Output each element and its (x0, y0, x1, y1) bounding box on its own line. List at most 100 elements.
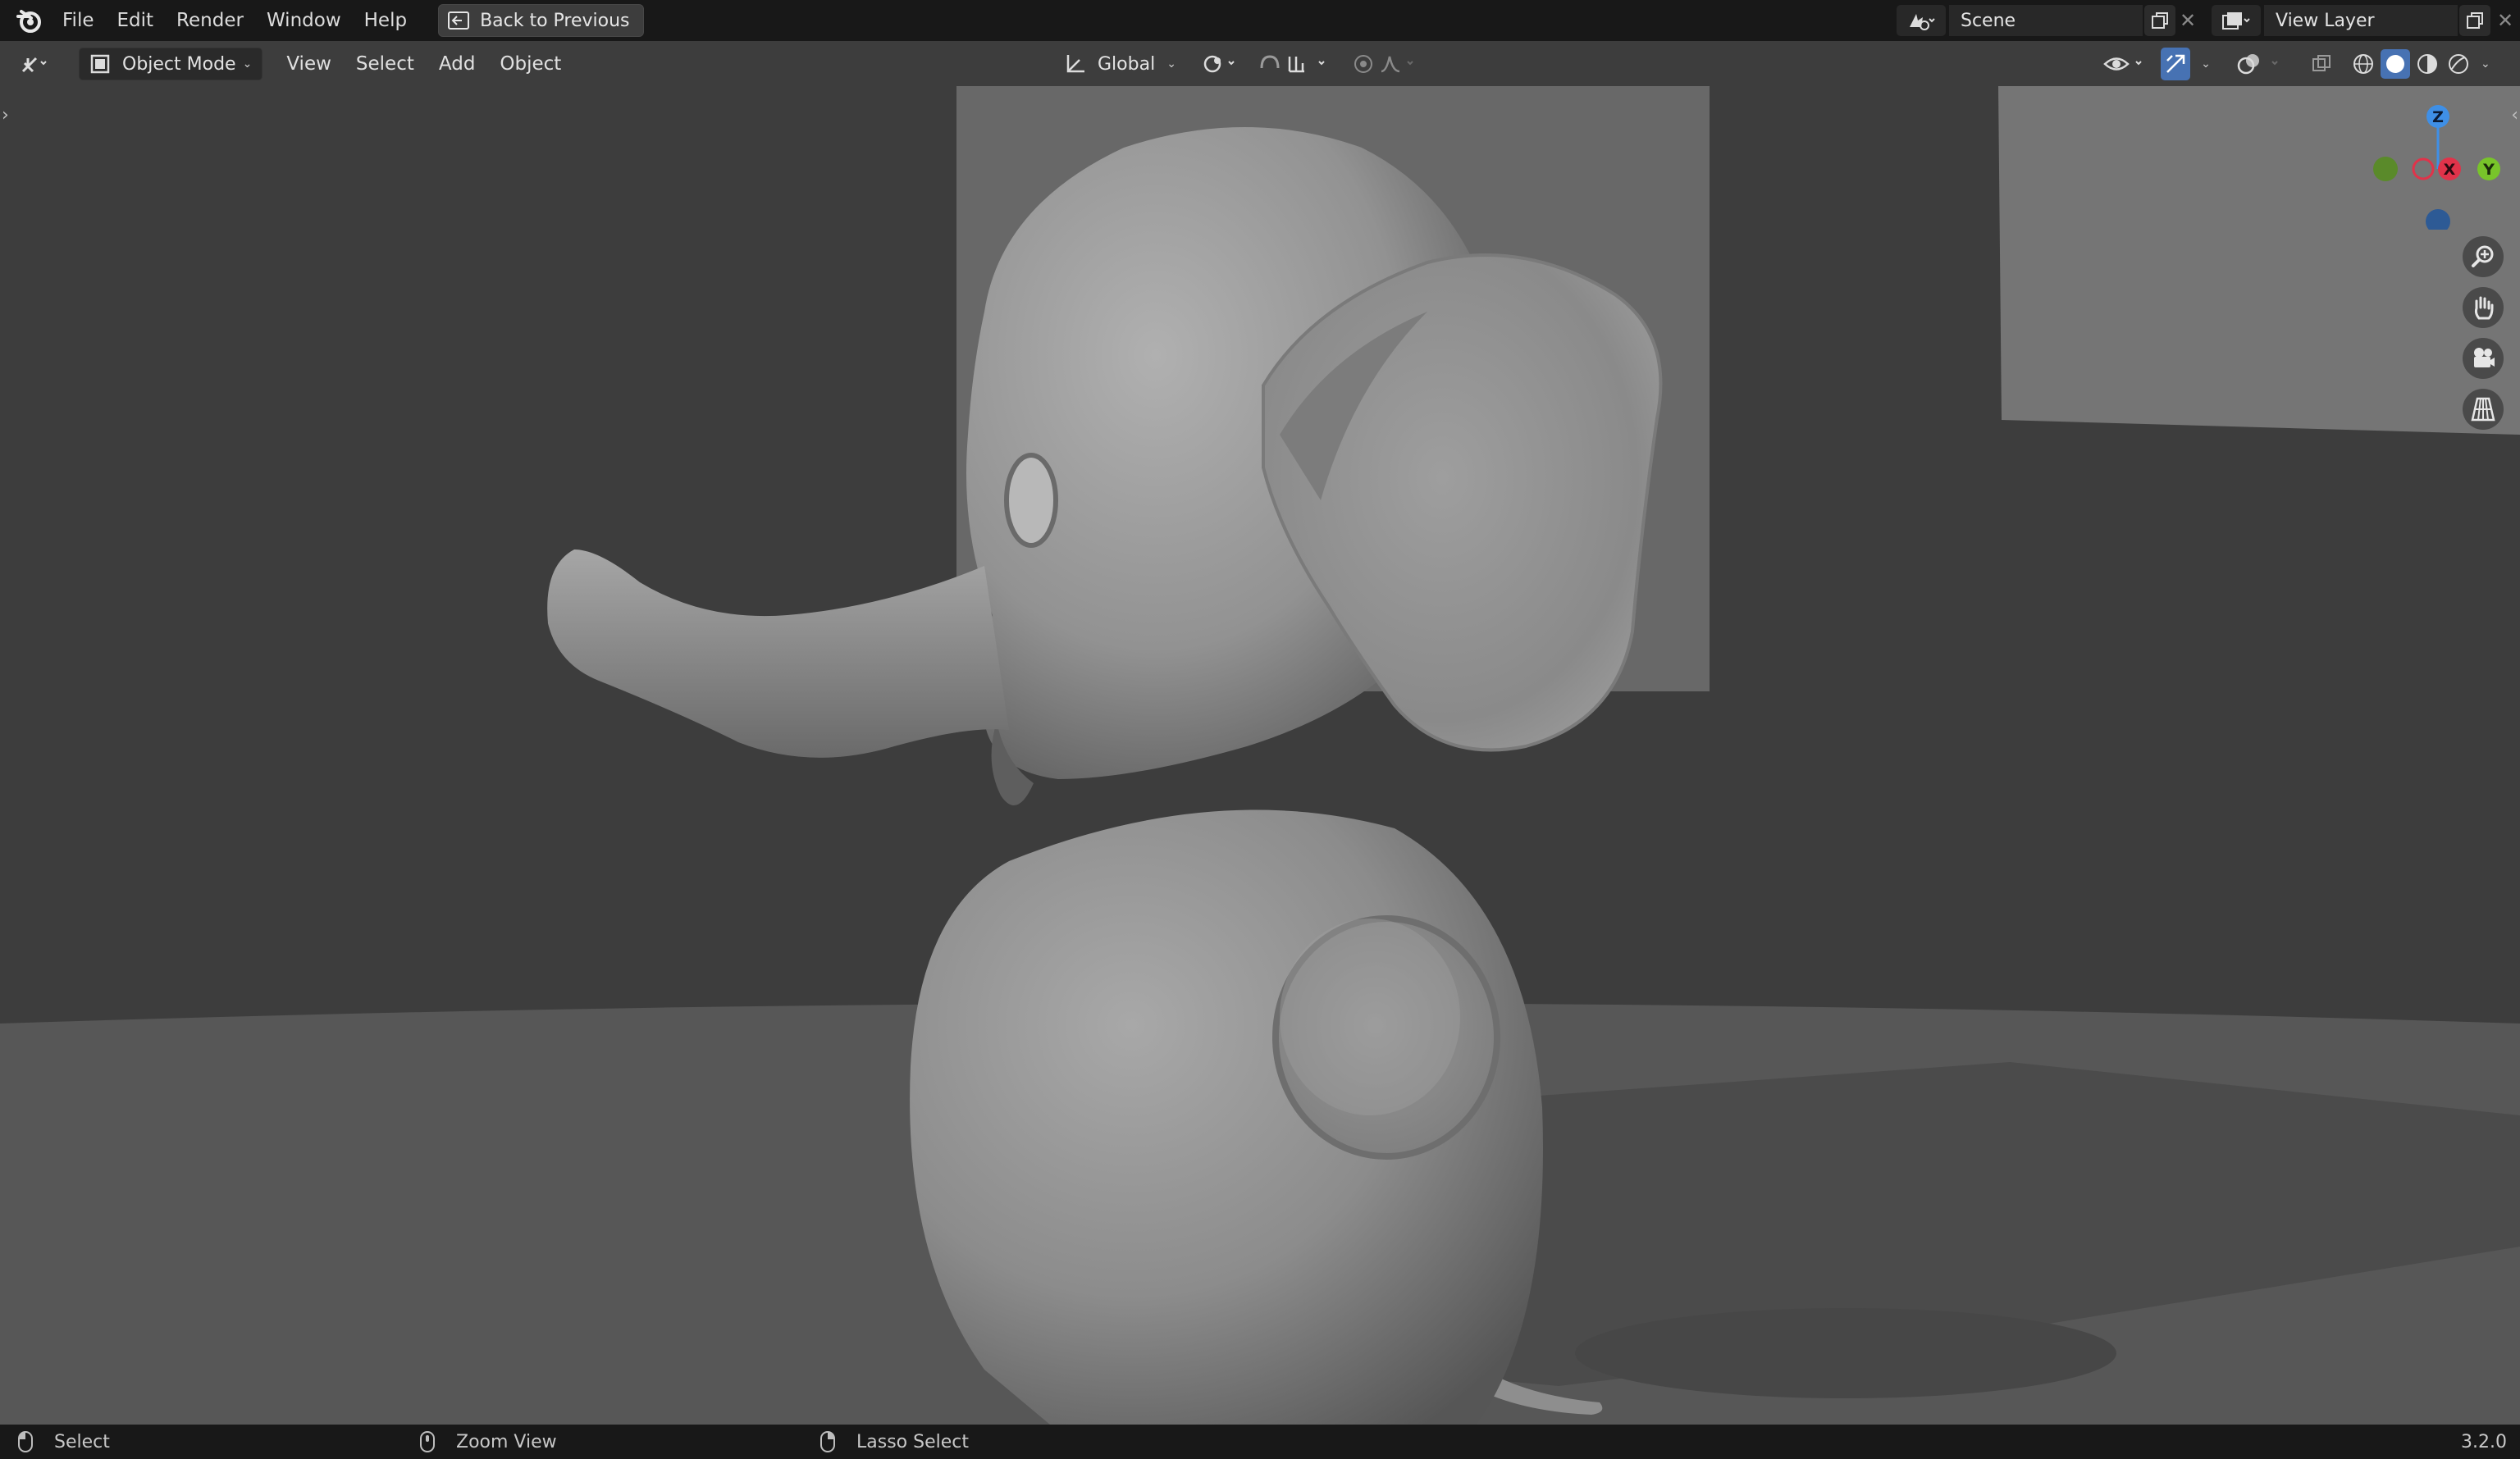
wireframe-shading-icon (2353, 54, 2373, 74)
blender-logo[interactable] (15, 7, 43, 34)
wireframe-shading-button[interactable] (2349, 52, 2377, 75)
neg-y-axis-ball[interactable] (2373, 157, 2398, 181)
3d-viewport[interactable]: Object Mode ⌄ View Select Add Object Glo… (0, 41, 2520, 1425)
menu-select[interactable]: Select (344, 48, 427, 80)
neg-x-axis-ball[interactable] (2412, 157, 2435, 180)
mouse-middle-icon (420, 1431, 435, 1452)
delete-view-layer-button[interactable]: ✕ (2490, 5, 2520, 36)
status-zoom-hint: Zoom View (420, 1431, 557, 1452)
arm-highlight (1280, 919, 1460, 1115)
editor-type-icon (21, 57, 47, 73)
status-lasso-hint: Lasso Select (820, 1431, 969, 1452)
object-mode-label: Object Mode (122, 53, 236, 75)
close-icon: ✕ (2179, 9, 2197, 32)
scene-name-field[interactable]: Scene (1949, 5, 2143, 36)
status-bar: Select Zoom View Lasso Select 3.2.0 (0, 1425, 2520, 1459)
editor-type-button[interactable] (13, 48, 67, 80)
viewport-scene[interactable] (0, 41, 2520, 1425)
chevron-down-icon: ⌄ (2201, 57, 2211, 71)
new-view-layer-button[interactable] (2459, 5, 2490, 36)
menu-window[interactable]: Window (255, 0, 353, 41)
rendered-shading-button[interactable] (2445, 52, 2472, 75)
menu-object[interactable]: Object (487, 48, 573, 80)
camera-view-button[interactable] (2463, 338, 2504, 379)
transform-orientation-dropdown[interactable]: Global ⌄ (1055, 48, 1185, 80)
delete-scene-button[interactable]: ✕ (2175, 5, 2200, 36)
view-layer-field[interactable]: View Layer (2264, 5, 2458, 36)
gizmo-icon (2166, 54, 2185, 73)
back-icon (448, 11, 470, 30)
gizmo-dropdown[interactable]: ⌄ (2194, 48, 2218, 80)
status-select-hint: Select (18, 1431, 110, 1452)
new-scene-button[interactable] (2144, 5, 2175, 36)
xray-toggle[interactable] (2307, 48, 2336, 80)
floor-shadow-blob (1575, 1308, 2116, 1398)
scene-icon (1910, 14, 1935, 30)
material-shading-button[interactable] (2413, 52, 2441, 75)
menu-view[interactable]: View (274, 48, 344, 80)
scene-name: Scene (1961, 10, 2016, 31)
menu-render[interactable]: Render (165, 0, 255, 41)
grid-icon (2471, 397, 2495, 422)
perspective-toggle-button[interactable] (2463, 389, 2504, 430)
y-axis-label: Y (2482, 161, 2495, 179)
transform-orientation-label: Global (1098, 53, 1156, 75)
solid-shading-button[interactable] (2381, 49, 2410, 79)
z-axis-label: Z (2432, 108, 2444, 126)
snap-icon (1260, 55, 1325, 73)
scene-selector[interactable] (1897, 5, 1946, 36)
transform-orientation-icon (1066, 55, 1084, 73)
pan-button[interactable] (2463, 287, 2504, 328)
status-select-label: Select (54, 1431, 110, 1452)
mouse-left-icon (18, 1431, 33, 1452)
mouse-right-icon (820, 1431, 835, 1452)
viewport-header: Object Mode ⌄ View Select Add Object Glo… (0, 41, 2520, 87)
view-layer-selector[interactable] (2212, 5, 2261, 36)
object-mode-dropdown[interactable]: Object Mode ⌄ (79, 48, 263, 80)
menu-file[interactable]: File (51, 0, 106, 41)
zoom-button[interactable] (2463, 236, 2504, 277)
navigation-gizmo[interactable]: Z X Y (2362, 98, 2510, 230)
top-menu-bar: File Edit Render Window Help Back to Pre… (0, 0, 2520, 41)
x-axis-label: X (2444, 161, 2456, 179)
gizmo-toggle[interactable] (2161, 48, 2190, 80)
zoom-icon (2472, 245, 2494, 267)
proportional-edit-toggle[interactable] (1345, 48, 1437, 80)
xray-icon (2312, 55, 2331, 71)
proportional-edit-icon (1354, 55, 1413, 73)
toolbar-expand-icon[interactable]: › (2, 105, 9, 125)
falloff-icon (1381, 56, 1400, 73)
scene-controls: Scene ✕ View Layer ✕ (1897, 0, 2520, 41)
hand-icon (2474, 296, 2494, 320)
visibility-icon (2103, 57, 2142, 71)
menu-edit[interactable]: Edit (106, 0, 166, 41)
back-to-previous-label: Back to Previous (480, 10, 630, 31)
elephant-trunk (547, 549, 1009, 758)
solid-shading-icon (2386, 55, 2404, 73)
snap-toggle[interactable] (1252, 48, 1340, 80)
shading-modes: ⌄ (2346, 48, 2494, 80)
neg-z-axis-ball[interactable] (2426, 209, 2450, 230)
version-label: 3.2.0 (2461, 1431, 2507, 1452)
visibility-dropdown[interactable] (2098, 48, 2154, 80)
chevron-down-icon: ⌄ (242, 57, 253, 71)
copy-icon (2152, 12, 2168, 29)
overlay-icon (2237, 54, 2278, 75)
back-to-previous-button[interactable]: Back to Previous (438, 4, 644, 37)
view-layer-name: View Layer (2276, 10, 2375, 31)
chevron-down-icon[interactable]: ⌄ (2481, 57, 2490, 71)
rendered-shading-icon (2449, 54, 2468, 74)
overlay-toggle[interactable] (2233, 48, 2289, 80)
pivot-point-dropdown[interactable] (1196, 48, 1244, 80)
menu-help[interactable]: Help (353, 0, 418, 41)
object-mode-icon (90, 54, 110, 74)
menu-add[interactable]: Add (427, 48, 488, 80)
copy-icon (2467, 12, 2483, 29)
sidebar-expand-icon[interactable]: ‹ (2511, 105, 2518, 125)
close-icon: ✕ (2496, 9, 2514, 32)
camera-icon (2474, 348, 2495, 367)
pivot-icon (1203, 55, 1235, 73)
material-shading-icon (2417, 54, 2437, 74)
elephant-eye (1004, 453, 1058, 548)
status-lasso-label: Lasso Select (856, 1431, 969, 1452)
